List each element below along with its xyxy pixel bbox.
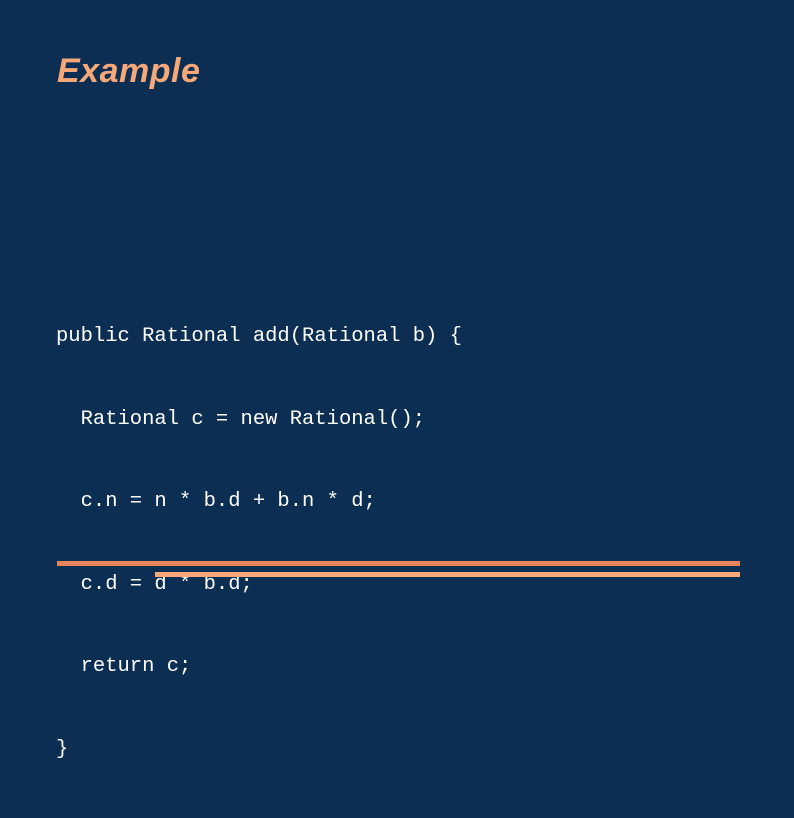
footer-rule-upper — [57, 561, 740, 566]
code-line: public Rational add(Rational b) { — [56, 325, 462, 348]
page-title: Example — [57, 52, 201, 90]
code-line: c.n = n * b.d + b.n * d; — [56, 490, 376, 513]
code-line: return c; — [56, 655, 192, 678]
slide: Example public Rational add(Rational b) … — [0, 0, 794, 761]
code-block: public Rational add(Rational b) { Ration… — [56, 268, 462, 818]
footer-rule-lower — [155, 572, 740, 577]
code-line: Rational c = new Rational(); — [56, 407, 426, 431]
code-line: } — [56, 737, 69, 761]
